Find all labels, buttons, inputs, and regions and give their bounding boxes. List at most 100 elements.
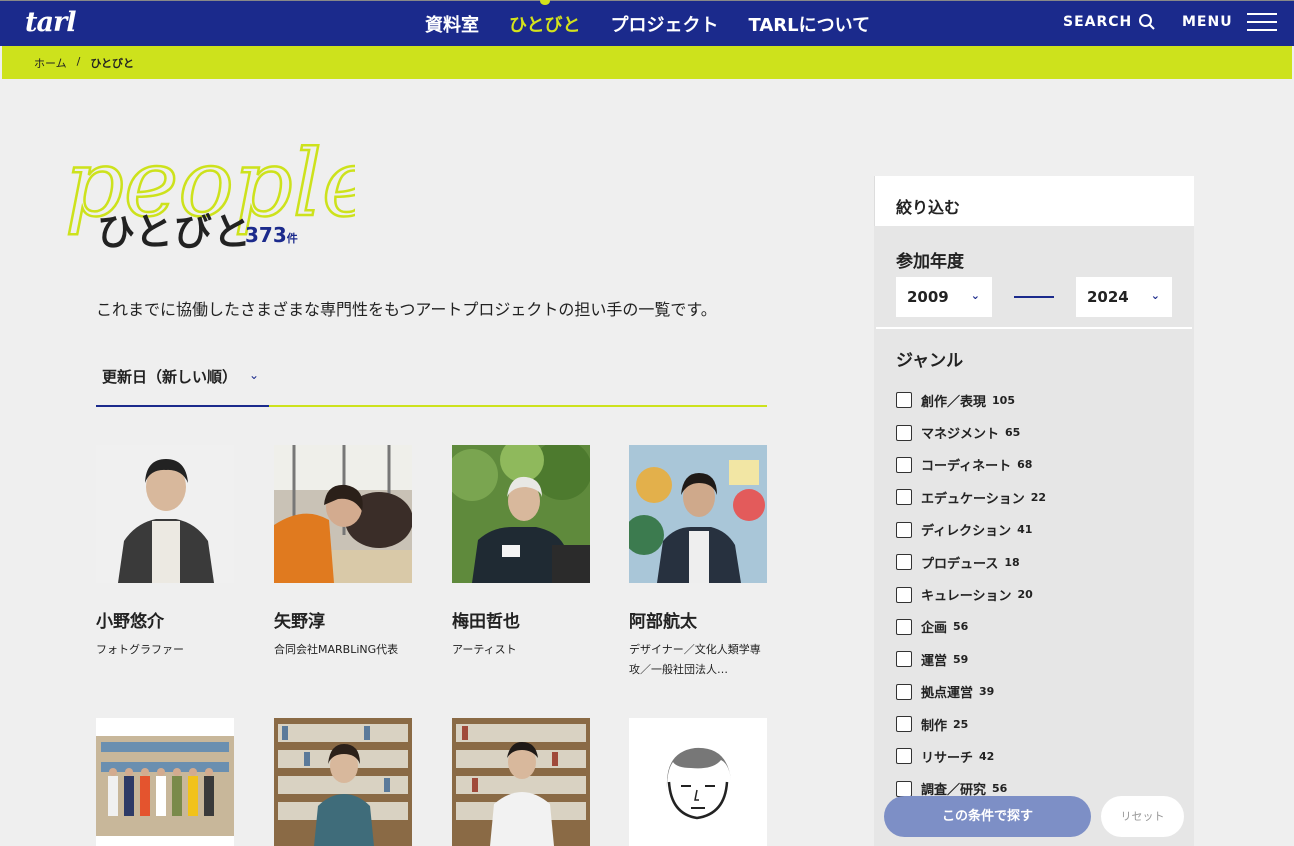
genre-option[interactable]: 創作／表現 105	[896, 384, 1046, 416]
main-nav: 資料室 ひとびと プロジェクト TARLについて	[425, 11, 900, 37]
checkbox[interactable]	[896, 780, 912, 797]
search-label: SEARCH	[1063, 14, 1133, 30]
genre-option[interactable]: 拠点運営 39	[896, 676, 1046, 708]
person-placeholder-avatar[interactable]	[629, 718, 767, 846]
person-card[interactable]: 小野悠介 フォトグラファー	[96, 445, 236, 660]
genre-option[interactable]: マネジメント 65	[896, 416, 1046, 448]
chevron-down-icon: ⌄	[249, 368, 260, 382]
genre-count: 56	[992, 782, 1008, 796]
year-from-select[interactable]: 2009 ⌄	[896, 277, 992, 317]
nav-people[interactable]: ひとびと	[509, 11, 580, 37]
person-name[interactable]: 小野悠介	[96, 607, 236, 632]
checkbox[interactable]	[896, 618, 912, 635]
breadcrumb-current: ひとびと	[90, 57, 135, 70]
result-count: 373件	[245, 223, 298, 247]
page-description: これまでに協働したさまざまな専門性をもつアートプロジェクトの担い手の一覧です。	[96, 300, 717, 319]
top-navigation-bar: tarl 資料室 ひとびと プロジェクト TARLについて SEARCH MEN…	[0, 0, 1294, 46]
tarl-logo[interactable]: tarl	[25, 7, 76, 38]
person-name[interactable]: 阿部航太	[629, 607, 769, 632]
active-nav-indicator	[540, 0, 550, 5]
person-photo[interactable]	[96, 445, 234, 583]
filter-panel: 絞り込む 参加年度 2009 ⌄ 2024 ⌄ ジャンル 創作／表現 105 マネ…	[874, 176, 1194, 846]
genre-count: 59	[953, 652, 969, 666]
genre-count: 22	[1030, 490, 1047, 504]
checkbox[interactable]	[896, 489, 912, 506]
person-role: デザイナー／文化人類学専攻／一般社団法人…	[629, 643, 761, 676]
genre-option[interactable]: 運営 59	[896, 643, 1046, 675]
sort-dropdown[interactable]: 更新日（新しい順） ⌄	[96, 357, 767, 407]
person-photo[interactable]	[274, 445, 413, 583]
genre-option[interactable]: エデュケーション 22	[896, 481, 1046, 513]
person-photo[interactable]	[624, 445, 767, 583]
year-from-value: 2009	[907, 288, 949, 306]
genre-option[interactable]: ディレクション 41	[896, 514, 1046, 546]
genre-label: 企画	[921, 621, 948, 637]
checkbox[interactable]	[896, 586, 912, 603]
genre-checkbox-list: 創作／表現 105 マネジメント 65 コーディネート 68 エデュケーション 22 デ…	[896, 384, 1046, 805]
year-to-value: 2024	[1087, 288, 1129, 306]
checkbox[interactable]	[896, 521, 912, 538]
checkbox[interactable]	[896, 424, 912, 441]
checkbox[interactable]	[896, 716, 912, 733]
genre-label: 拠点運営	[921, 686, 974, 702]
person-card[interactable]: 阿部航太 デザイナー／文化人類学専攻／一般社団法人…	[624, 445, 769, 680]
genre-count: 68	[1017, 458, 1033, 472]
person-role: アーティスト	[452, 643, 517, 656]
genre-label: キュレーション	[921, 589, 1012, 605]
person-photo[interactable]	[274, 718, 412, 846]
genre-count: 105	[992, 393, 1015, 407]
person-card[interactable]: 矢野淳 合同会社MARBLiNG代表	[274, 445, 414, 660]
genre-option[interactable]: 制作 25	[896, 708, 1046, 740]
person-role: 合同会社MARBLiNG代表	[274, 643, 399, 656]
search-button[interactable]: SEARCH	[1063, 13, 1156, 31]
genre-label: プロデュース	[921, 556, 999, 572]
checkbox[interactable]	[896, 683, 912, 700]
nav-about[interactable]: TARLについて	[748, 11, 870, 37]
checkbox[interactable]	[896, 554, 912, 571]
genre-count: 25	[953, 717, 969, 731]
checkbox[interactable]	[896, 748, 912, 765]
sort-label: 更新日（新しい順）	[102, 368, 238, 386]
genre-count: 42	[979, 749, 995, 763]
year-filter: 参加年度 2009 ⌄ 2024 ⌄	[876, 227, 1192, 329]
person-photo[interactable]	[96, 718, 234, 846]
year-range-dash	[1014, 296, 1054, 298]
breadcrumb-bar: ホーム / ひとびと	[2, 46, 1292, 79]
checkbox[interactable]	[896, 392, 912, 409]
nav-archive[interactable]: 資料室	[425, 11, 479, 37]
genre-count: 56	[953, 620, 969, 634]
result-count-number: 373	[245, 223, 287, 247]
menu-button[interactable]: MENU	[1182, 13, 1277, 31]
person-name[interactable]: 矢野淳	[274, 607, 414, 632]
genre-option[interactable]: プロデュース 18	[896, 546, 1046, 578]
year-to-select[interactable]: 2024 ⌄	[1076, 277, 1172, 317]
genre-label: 運営	[921, 653, 948, 669]
genre-option[interactable]: コーディネート 68	[896, 449, 1046, 481]
chevron-down-icon: ⌄	[970, 289, 980, 302]
genre-label: エデュケーション	[921, 491, 1025, 507]
genre-count: 41	[1017, 523, 1033, 537]
search-icon	[1139, 14, 1155, 30]
person-card[interactable]: 梅田哲也 アーティスト	[446, 438, 592, 660]
filter-panel-header: 絞り込む	[874, 176, 1194, 226]
apply-filter-button[interactable]: この条件で探す	[884, 796, 1091, 837]
genre-label: 制作	[921, 718, 948, 734]
genre-option[interactable]: リサーチ 42	[896, 740, 1046, 772]
genre-filter-title: ジャンル	[896, 351, 964, 371]
checkbox[interactable]	[896, 456, 912, 473]
reset-filter-button[interactable]: リセット	[1101, 796, 1184, 837]
person-name[interactable]: 梅田哲也	[452, 607, 592, 632]
breadcrumb: ホーム / ひとびと	[34, 55, 134, 71]
result-count-unit: 件	[286, 232, 298, 245]
genre-option[interactable]: 企画 56	[896, 611, 1046, 643]
genre-count: 20	[1017, 588, 1033, 602]
nav-projects[interactable]: プロジェクト	[610, 11, 718, 37]
person-photo[interactable]	[446, 438, 592, 583]
genre-label: ディレクション	[921, 524, 1012, 540]
genre-count: 39	[979, 685, 995, 699]
breadcrumb-home[interactable]: ホーム	[34, 55, 67, 71]
breadcrumb-separator: /	[76, 55, 81, 68]
person-photo[interactable]	[452, 718, 590, 846]
genre-option[interactable]: キュレーション 20	[896, 578, 1046, 610]
checkbox[interactable]	[896, 651, 912, 668]
